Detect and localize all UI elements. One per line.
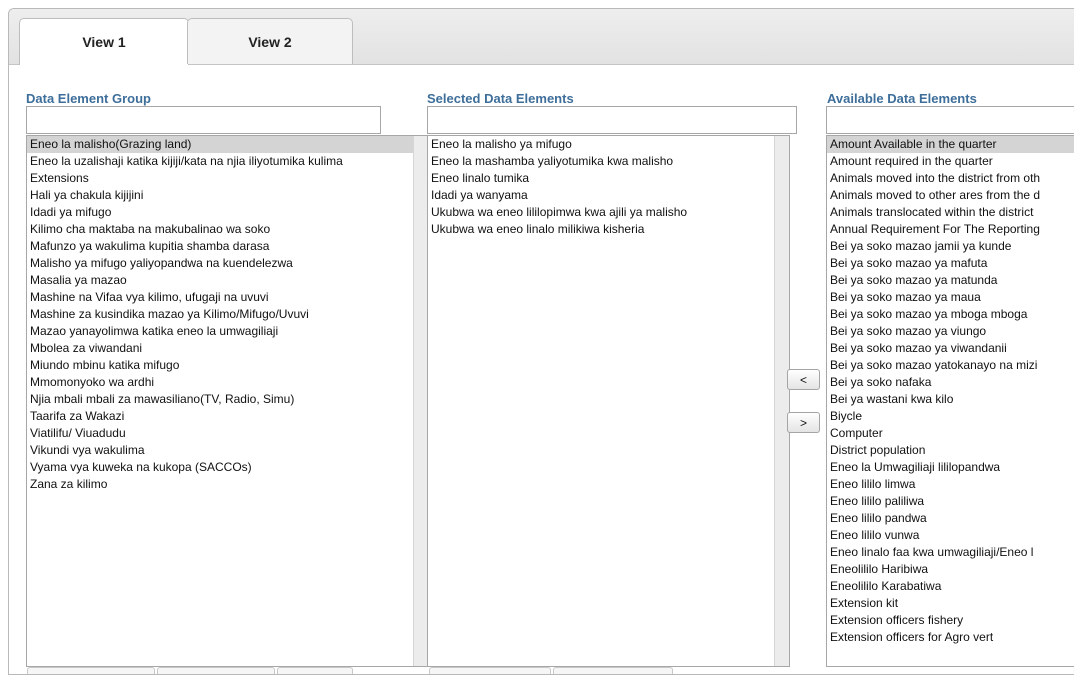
available-list-item[interactable]: Eneo lililo paliliwa	[827, 493, 1074, 510]
group-list-item[interactable]: Mashine na Vifaa vya kilimo, ufugaji na …	[27, 289, 428, 306]
available-list-item[interactable]: Bei ya soko nafaka	[827, 374, 1074, 391]
selected-list-item[interactable]: Idadi ya wanyama	[428, 187, 789, 204]
group-list-item[interactable]: Eneo la uzalishaji katika kijiji/kata na…	[27, 153, 428, 170]
available-list-item[interactable]: Eneo linalo faa kwa umwagiliaji/Eneo l	[827, 544, 1074, 561]
group-list-item[interactable]: Vikundi vya wakulima	[27, 442, 428, 459]
available-list-item[interactable]: Amount Available in the quarter	[827, 136, 1074, 153]
available-list-item[interactable]: Eneo lililo pandwa	[827, 510, 1074, 527]
available-list-item[interactable]: Bei ya soko mazao ya matunda	[827, 272, 1074, 289]
group-list-item[interactable]: Mashine za kusindika mazao ya Kilimo/Mif…	[27, 306, 428, 323]
available-list-item[interactable]: Eneolililo Karabatiwa	[827, 578, 1074, 595]
available-data-elements-heading: Available Data Elements	[827, 91, 977, 106]
available-list-item[interactable]: District population	[827, 442, 1074, 459]
available-list-item[interactable]: Animals translocated within the district	[827, 204, 1074, 221]
selected-list-item[interactable]: Eneo la mashamba yaliyotumika kwa malish…	[428, 153, 789, 170]
group-list-item[interactable]: Mmomonyoko wa ardhi	[27, 374, 428, 391]
available-list-item[interactable]: Animals moved into the district from oth	[827, 170, 1074, 187]
group-list-item[interactable]: Mazao yanayolimwa katika eneo la umwagil…	[27, 323, 428, 340]
bottom-control[interactable]	[553, 667, 673, 674]
group-list-item[interactable]: Zana za kilimo	[27, 476, 428, 493]
available-list-item[interactable]: Bei ya soko mazao ya mboga mboga	[827, 306, 1074, 323]
available-data-elements-list[interactable]: Amount Available in the quarter Amount re…	[826, 135, 1074, 667]
bottom-control[interactable]	[429, 667, 551, 674]
available-list-item[interactable]: Eneo la Umwagiliaji lililopandwa	[827, 459, 1074, 476]
group-list-item[interactable]: Mafunzo ya wakulima kupitia shamba daras…	[27, 238, 428, 255]
selected-filter-input[interactable]	[427, 106, 797, 134]
group-list-item[interactable]: Masalia ya mazao	[27, 272, 428, 289]
available-list-item[interactable]: Extension officers for Agro vert	[827, 629, 1074, 646]
add-element-button[interactable]: >	[787, 412, 820, 433]
group-list-item[interactable]: Taarifa za Wakazi	[27, 408, 428, 425]
selected-data-elements-heading: Selected Data Elements	[427, 91, 574, 106]
data-element-group-heading: Data Element Group	[26, 91, 151, 106]
bottom-control[interactable]	[27, 667, 155, 674]
bottom-control[interactable]	[157, 667, 275, 674]
available-list-item[interactable]: Extension kit	[827, 595, 1074, 612]
available-list-item[interactable]: Bei ya soko mazao ya mafuta	[827, 255, 1074, 272]
available-list-item[interactable]: Animals moved to other ares from the d	[827, 187, 1074, 204]
available-list-item[interactable]: Annual Requirement For The Reporting	[827, 221, 1074, 238]
available-list-item[interactable]: Amount required in the quarter	[827, 153, 1074, 170]
available-list-item[interactable]: Eneo lililo limwa	[827, 476, 1074, 493]
available-list-item[interactable]: Bei ya soko mazao jamii ya kunde	[827, 238, 1074, 255]
group-list-scrollbar[interactable]	[413, 136, 428, 666]
selected-list-scrollbar[interactable]	[774, 136, 789, 666]
available-list-item[interactable]: Bei ya soko mazao yatokanayo na mizi	[827, 357, 1074, 374]
available-list-item[interactable]: Bei ya soko mazao ya maua	[827, 289, 1074, 306]
selected-data-elements-list[interactable]: Eneo la malisho ya mifugo Eneo la mashamb…	[427, 135, 790, 667]
available-list-item[interactable]: Bei ya wastani kwa kilo	[827, 391, 1074, 408]
available-list-item[interactable]: Eneolililo Haribiwa	[827, 561, 1074, 578]
tab-view-2[interactable]: View 2	[187, 18, 353, 64]
available-list-item[interactable]: Biycle	[827, 408, 1074, 425]
group-list-item[interactable]: Viatilifu/ Viuadudu	[27, 425, 428, 442]
group-list-item[interactable]: Njia mbali mbali za mawasiliano(TV, Radi…	[27, 391, 428, 408]
remove-element-button[interactable]: <	[787, 369, 820, 390]
data-element-group-list[interactable]: Eneo la malisho(Grazing land) Eneo la uza…	[26, 135, 429, 667]
data-element-selector-panel: View 1 View 2 Data Element Group Selecte…	[8, 8, 1074, 675]
group-list-item[interactable]: Kilimo cha maktaba na makubalinao wa sok…	[27, 221, 428, 238]
group-list-item[interactable]: Vyama vya kuweka na kukopa (SACCOs)	[27, 459, 428, 476]
selected-list-item[interactable]: Ukubwa wa eneo linalo milikiwa kisheria	[428, 221, 789, 238]
available-filter-input[interactable]	[826, 106, 1074, 134]
group-list-item[interactable]: Hali ya chakula kijijini	[27, 187, 428, 204]
group-filter-input[interactable]	[26, 106, 381, 134]
group-list-item[interactable]: Extensions	[27, 170, 428, 187]
group-list-item[interactable]: Mbolea za viwandani	[27, 340, 428, 357]
available-list-item[interactable]: Eneo lililo vunwa	[827, 527, 1074, 544]
available-list-item[interactable]: Computer	[827, 425, 1074, 442]
selected-list-item[interactable]: Eneo linalo tumika	[428, 170, 789, 187]
group-list-item[interactable]: Malisho ya mifugo yaliyopandwa na kuende…	[27, 255, 428, 272]
available-list-item[interactable]: Extension officers fishery	[827, 612, 1074, 629]
bottom-control[interactable]	[277, 667, 353, 674]
group-list-item[interactable]: Eneo la malisho(Grazing land)	[27, 136, 428, 153]
selected-list-item[interactable]: Eneo la malisho ya mifugo	[428, 136, 789, 153]
group-list-item[interactable]: Idadi ya mifugo	[27, 204, 428, 221]
tab-view-1[interactable]: View 1	[19, 18, 189, 65]
available-list-item[interactable]: Bei ya soko mazao ya viungo	[827, 323, 1074, 340]
tab-bar: View 1 View 2	[9, 9, 1074, 65]
selected-list-item[interactable]: Ukubwa wa eneo lililopimwa kwa ajili ya …	[428, 204, 789, 221]
available-list-item[interactable]: Bei ya soko mazao ya viwandanii	[827, 340, 1074, 357]
group-list-item[interactable]: Miundo mbinu katika mifugo	[27, 357, 428, 374]
